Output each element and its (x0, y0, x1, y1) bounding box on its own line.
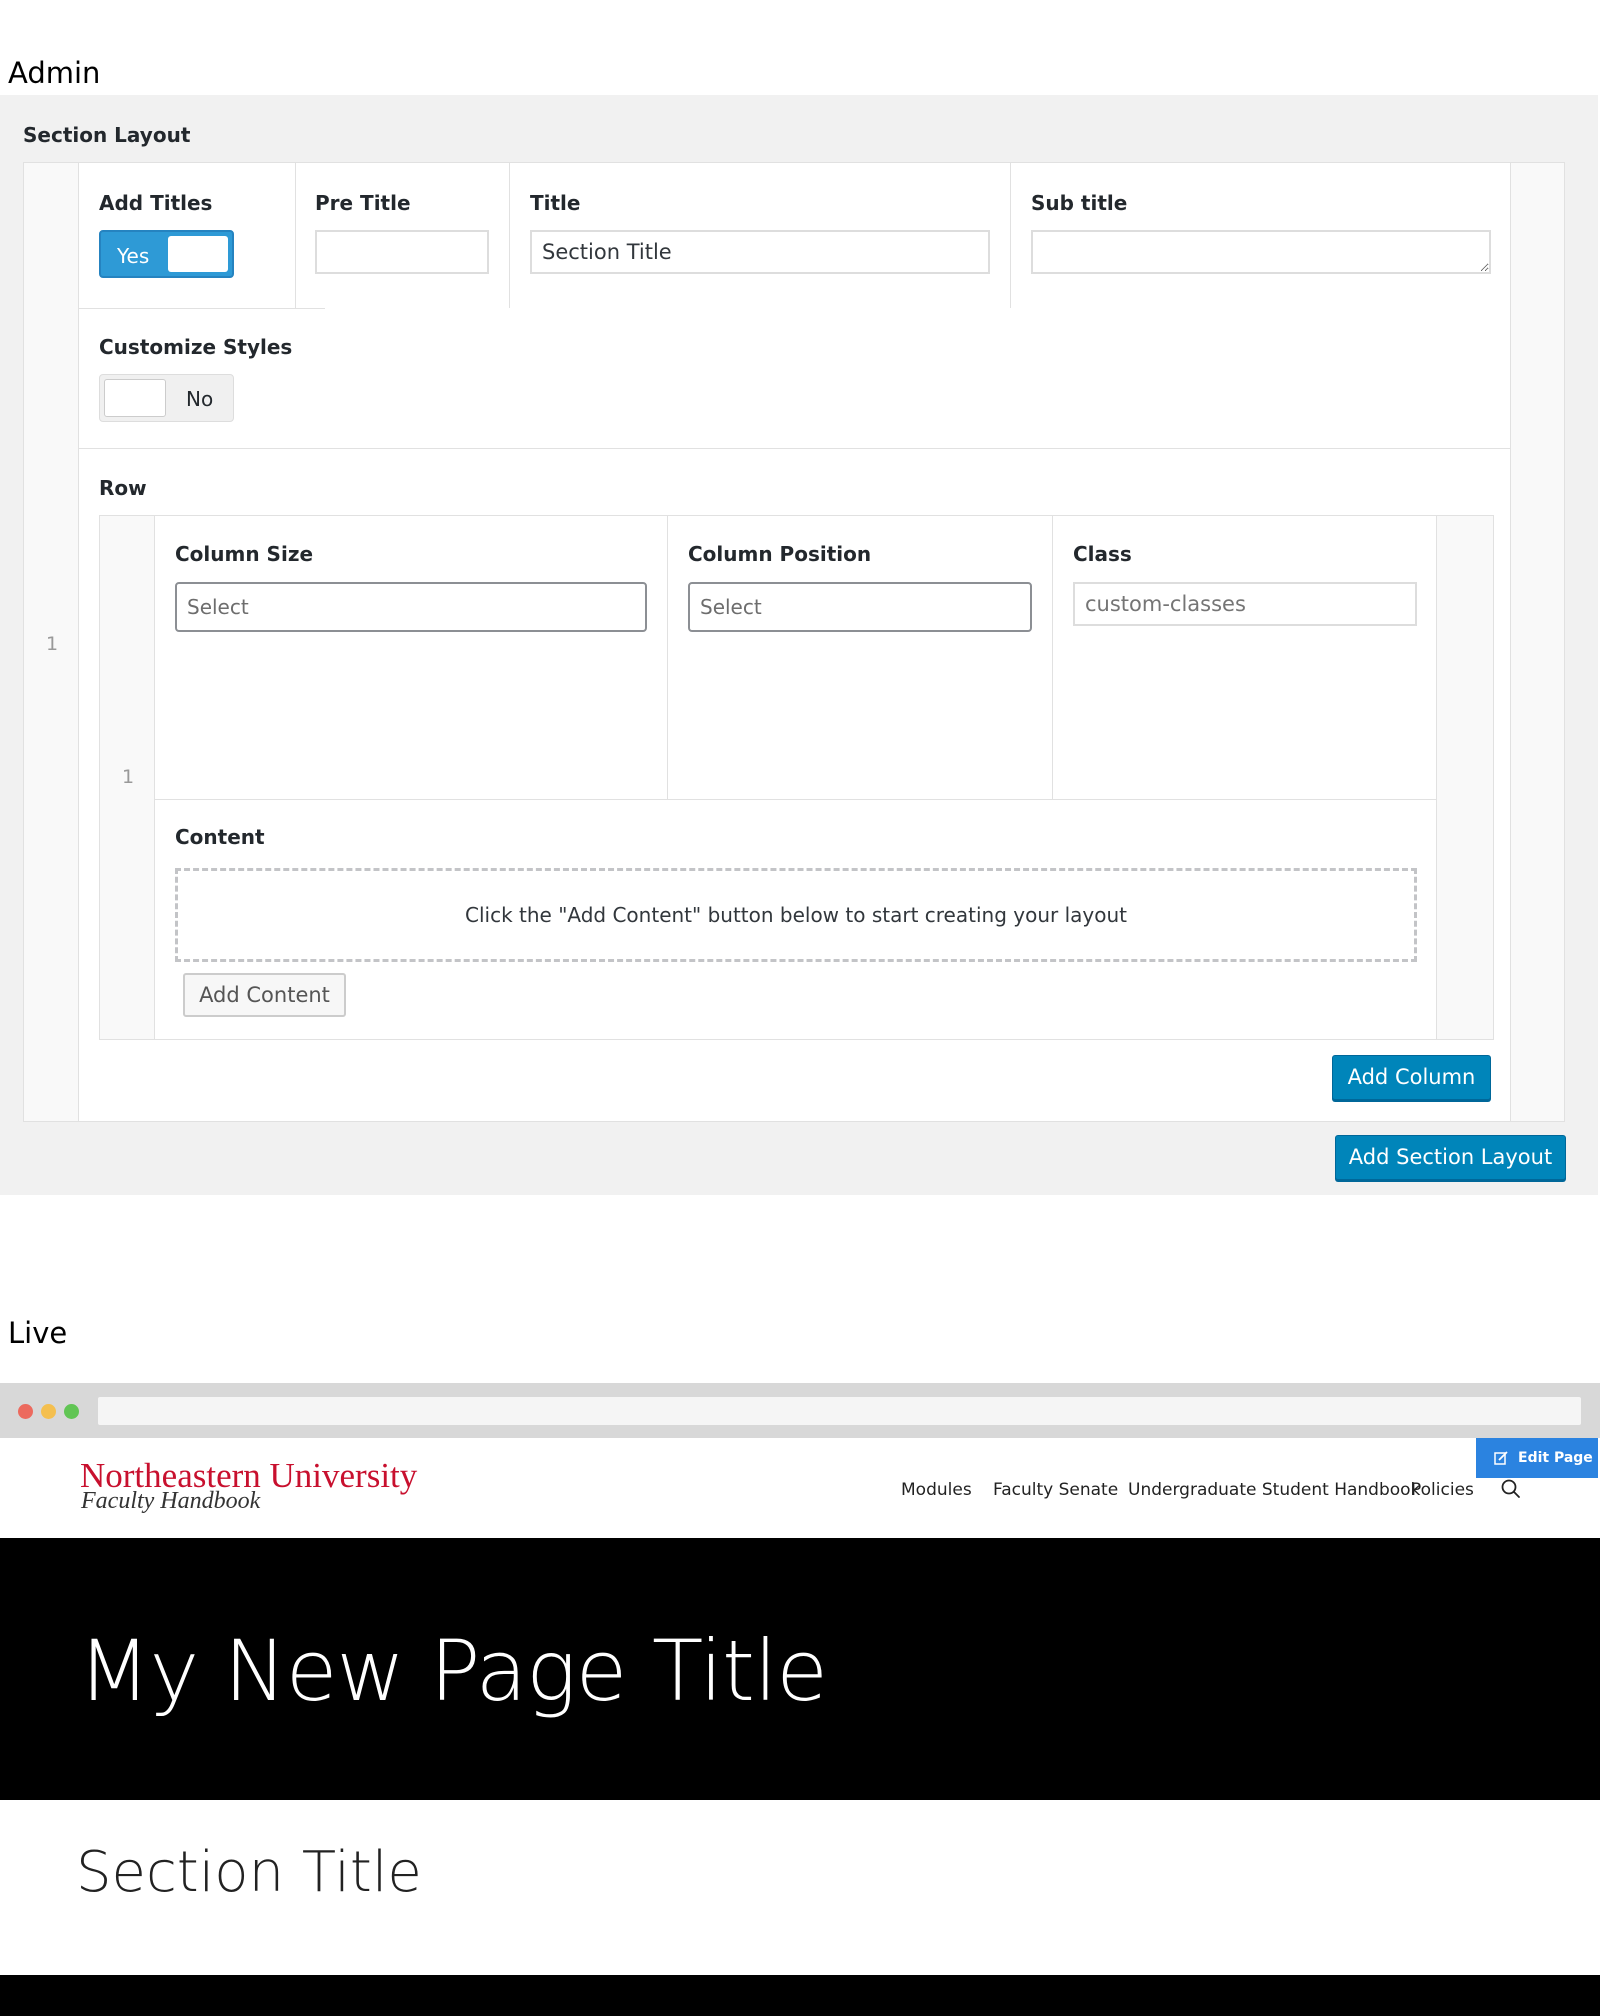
hero-banner: My New Page Title (0, 1538, 1600, 1800)
toggle-knob (104, 379, 166, 417)
title-label: Title (530, 191, 581, 215)
browser-chrome (0, 1383, 1600, 1438)
pre-title-input[interactable] (315, 230, 489, 274)
section-title: Section Title (76, 1840, 422, 1905)
divider (79, 448, 1510, 449)
sub-title-textarea[interactable] (1031, 230, 1491, 274)
live-heading: Live (8, 1316, 68, 1350)
edit-icon (1494, 1451, 1508, 1465)
close-dot-icon[interactable] (18, 1404, 33, 1419)
column-size-select[interactable]: Select (175, 582, 647, 632)
panel-title: Section Layout (23, 123, 191, 147)
add-column-button[interactable]: Add Column (1332, 1055, 1491, 1100)
divider (155, 799, 1436, 800)
class-label: Class (1073, 542, 1132, 566)
address-bar[interactable] (98, 1397, 1581, 1425)
row-box: 1 Column Size Select Column Position Sel… (99, 515, 1494, 1040)
maximize-dot-icon[interactable] (64, 1404, 79, 1419)
divider (1010, 163, 1011, 308)
customize-styles-label: Customize Styles (99, 335, 293, 359)
row-columns: Column Size Select Column Position Selec… (154, 516, 1437, 1039)
logo-handbook[interactable]: Faculty Handbook (81, 1488, 260, 1515)
footer-band (0, 1975, 1600, 2016)
sub-title-label: Sub title (1031, 191, 1128, 215)
minimize-dot-icon[interactable] (41, 1404, 56, 1419)
section-layout-box: 1 Add Titles Yes Pre Title Title Sub tit… (23, 162, 1565, 1122)
page-title: My New Page Title (78, 1622, 828, 1720)
row-label: Row (99, 476, 147, 500)
divider (667, 516, 668, 799)
column-position-label: Column Position (688, 542, 872, 566)
class-input[interactable] (1073, 582, 1417, 626)
column-size-label: Column Size (175, 542, 314, 566)
edit-page-button[interactable]: Edit Page (1476, 1438, 1598, 1478)
nav-item-policies[interactable]: Policies (1411, 1480, 1474, 1500)
pre-title-label: Pre Title (315, 191, 411, 215)
admin-heading: Admin (8, 56, 101, 90)
title-input[interactable] (530, 230, 990, 274)
add-titles-toggle[interactable]: Yes (99, 230, 234, 278)
customize-styles-toggle-text: No (186, 387, 214, 411)
divider (509, 163, 510, 308)
layout-row-number[interactable]: 1 (46, 633, 58, 655)
column-row-number[interactable]: 1 (122, 766, 134, 788)
layout-fields: Add Titles Yes Pre Title Title Sub title… (78, 163, 1511, 1121)
site-header: Northeastern University Faculty Handbook… (0, 1438, 1600, 1538)
divider (1052, 516, 1053, 799)
add-content-button[interactable]: Add Content (183, 973, 346, 1017)
divider (79, 308, 325, 309)
content-dropzone: Click the "Add Content" button below to … (175, 868, 1417, 962)
nav-item-modules[interactable]: Modules (901, 1480, 972, 1500)
divider (295, 163, 296, 308)
toggle-knob (168, 236, 228, 272)
add-titles-toggle-text: Yes (117, 244, 150, 268)
search-icon[interactable] (1500, 1478, 1522, 1500)
nav-item-faculty-senate[interactable]: Faculty Senate (993, 1480, 1118, 1500)
section-layout-panel: Section Layout 1 Add Titles Yes Pre Titl… (0, 95, 1598, 1195)
edit-page-label: Edit Page (1518, 1450, 1593, 1466)
content-label: Content (175, 825, 265, 849)
column-position-select[interactable]: Select (688, 582, 1032, 632)
add-titles-label: Add Titles (99, 191, 213, 215)
customize-styles-toggle[interactable]: No (99, 374, 234, 422)
add-section-layout-button[interactable]: Add Section Layout (1335, 1135, 1566, 1180)
nav-item-undergraduate-handbook[interactable]: Undergraduate Student Handbook (1128, 1480, 1420, 1500)
